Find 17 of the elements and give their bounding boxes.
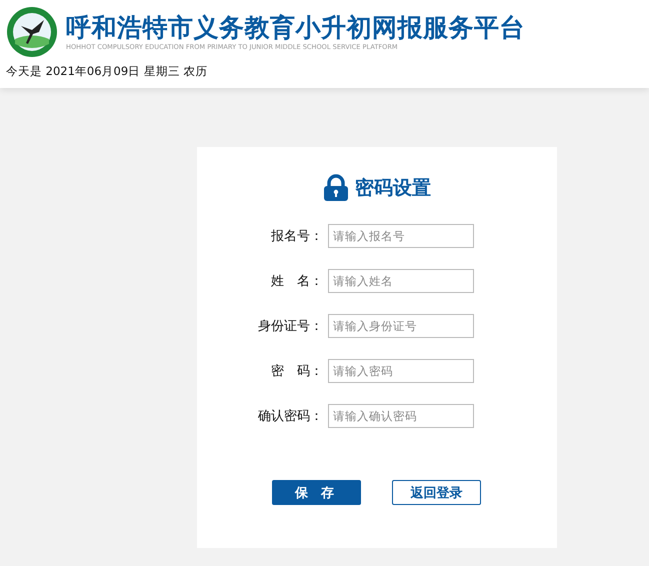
form-title: 密码设置 (355, 176, 431, 201)
logo-icon (6, 6, 58, 58)
field-label: 身份证号： (257, 318, 323, 335)
field-label: 确认密码： (257, 408, 323, 425)
save-button[interactable]: 保 存 (272, 480, 361, 505)
lock-icon (323, 174, 349, 202)
field-label: 姓 名： (270, 273, 323, 290)
input-field[interactable]: 请输入确认密码 (328, 404, 474, 428)
date-text: 今天是 2021年06月09日 星期三 农历 (6, 64, 208, 79)
input-field[interactable]: 请输入密码 (328, 359, 474, 383)
back-to-login-button[interactable]: 返回登录 (392, 480, 481, 505)
site-title: 呼和浩特市义务教育小升初网报服务平台 (66, 12, 525, 42)
input-field[interactable]: 请输入报名号 (328, 224, 474, 248)
field-label: 密 码： (270, 363, 323, 380)
input-field[interactable]: 请输入姓名 (328, 269, 474, 293)
field-label: 报名号： (270, 228, 323, 245)
input-field[interactable]: 请输入身份证号 (328, 314, 474, 338)
